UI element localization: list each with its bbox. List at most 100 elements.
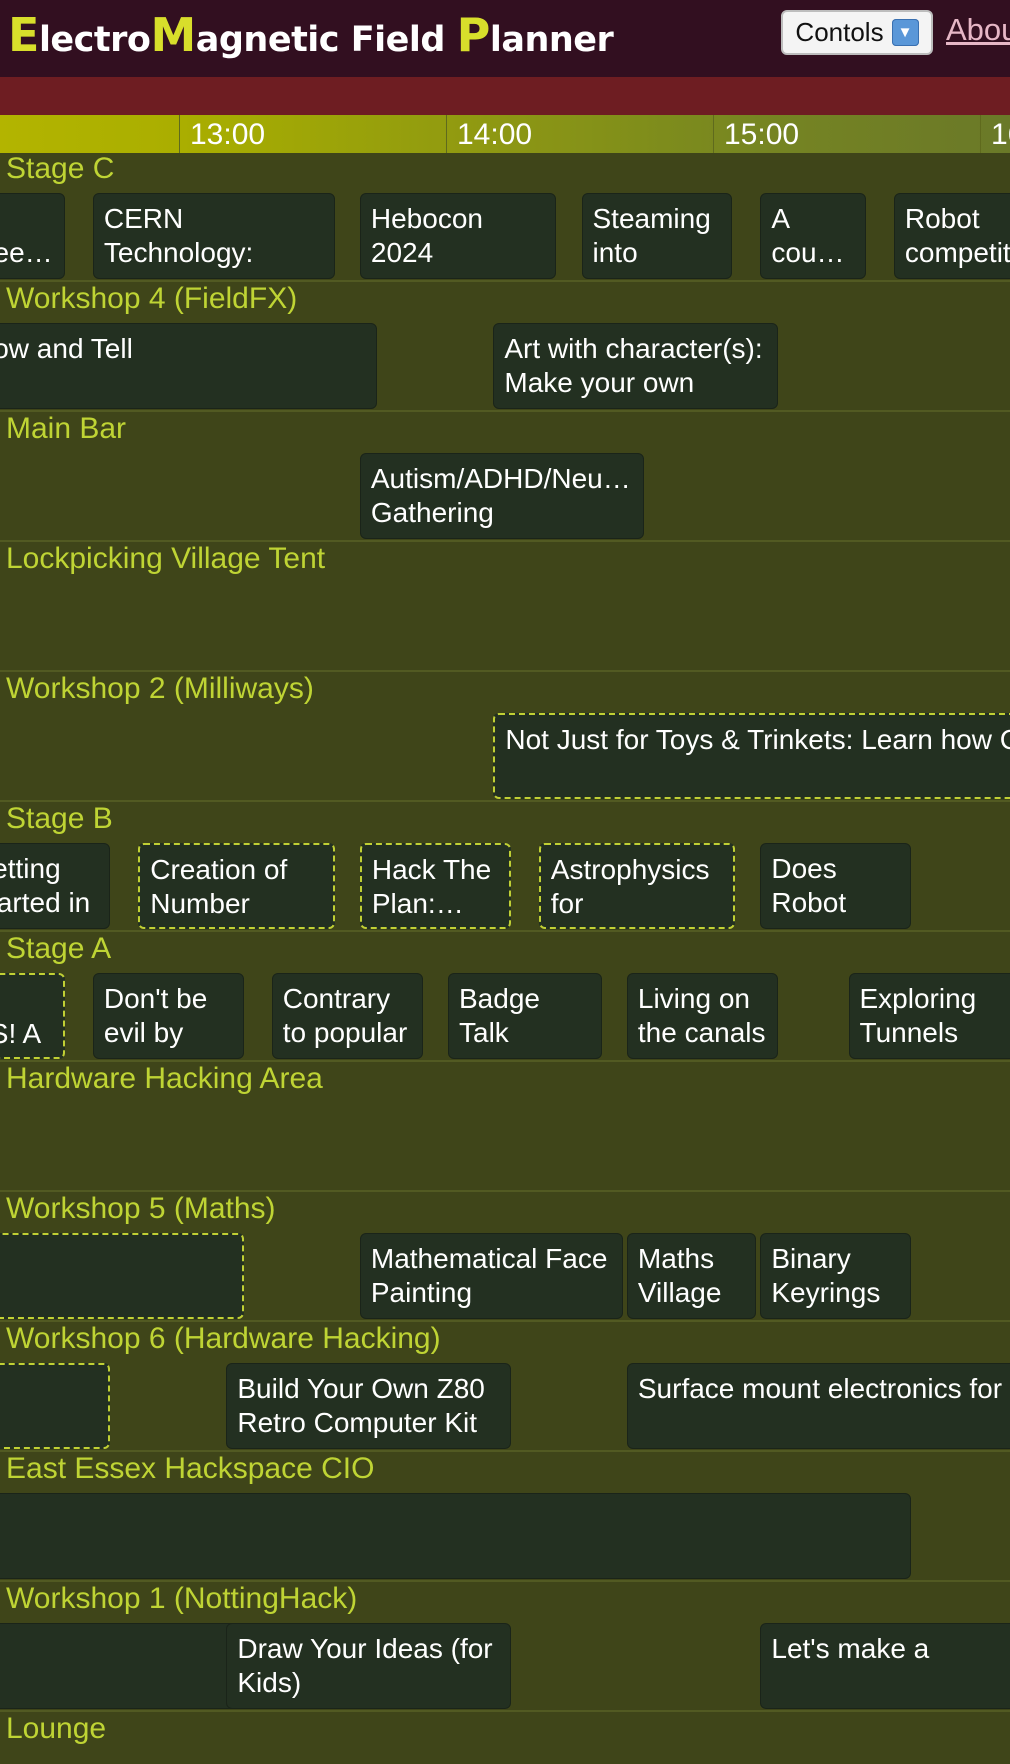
- event-card[interactable]: Weaving: [0, 1623, 244, 1709]
- row-divider: [0, 1710, 1010, 1712]
- event-title: Maths Village: [637, 1243, 722, 1308]
- app-title-part-lanner: lanner: [489, 20, 614, 60]
- app-title-initial-p: P: [456, 8, 491, 62]
- venue-name: East Essex Hackspace CIO: [6, 1452, 375, 1485]
- event-title: Badge Talk: [459, 983, 540, 1048]
- event-title: Autism/ADHD/Neu… Gathering: [370, 463, 631, 528]
- time-axis: 12:0013:0014:0015:0016:00: [0, 115, 1010, 153]
- time-tick: 12:00: [0, 115, 179, 153]
- event-title: Jam Show and Tell: [0, 333, 133, 364]
- event-card[interactable]: Draw Your Ideas (for Kids): [226, 1623, 511, 1709]
- event-card[interactable]: Surface mount electronics for terrified …: [626, 1363, 1010, 1449]
- app-title-initial-m: M: [150, 8, 196, 62]
- event-card[interactable]: Build a Robot!: [0, 1233, 244, 1319]
- time-tick: 13:00: [179, 115, 446, 153]
- row-divider: [0, 930, 1010, 932]
- time-tick: 14:00: [446, 115, 713, 153]
- event-card[interactable]: Living on the canals: [626, 973, 778, 1059]
- event-card[interactable]: BIG PIPES! A: [0, 973, 65, 1059]
- event-title: Soldering: [0, 1373, 98, 1407]
- app-header: ElectroMagnetic Field Planner Contols ▼ …: [0, 0, 1010, 77]
- event-title: Don't be evil by: [103, 983, 208, 1048]
- event-title: Getting Started in: [0, 853, 91, 918]
- event-card[interactable]: Hebocon 2024: [359, 193, 557, 279]
- event-card[interactable]: Creation of Number: [138, 843, 335, 929]
- row-divider: [0, 1450, 1010, 1452]
- event-card[interactable]: Astrophysics for: [538, 843, 736, 929]
- event-card[interactable]: Let's make a: [760, 1623, 1010, 1709]
- row-divider: [0, 1580, 1010, 1582]
- event-card[interactable]: [0, 1493, 912, 1579]
- event-title: Binary Keyrings: [771, 1243, 881, 1308]
- event-title: Exploring Tunnels: [859, 983, 977, 1048]
- event-title: Not Just for Toys & Trinkets: Learn how …: [505, 724, 1010, 755]
- event-title: Contrary to popular: [282, 983, 408, 1048]
- time-tick: 16:00: [980, 115, 1010, 153]
- controls-button-label: Contols: [795, 17, 884, 47]
- event-card[interactable]: Binary Keyrings: [760, 1233, 912, 1319]
- event-card[interactable]: Art with character(s): Make your own: [493, 323, 778, 409]
- event-title: CERN Technology:: [103, 203, 254, 268]
- event-card[interactable]: Don't be evil by: [92, 973, 244, 1059]
- event-title: A cou…: [771, 203, 845, 268]
- row-divider: [0, 1060, 1010, 1062]
- row-divider: [0, 280, 1010, 282]
- event-card[interactable]: Soldering: [0, 1363, 111, 1449]
- event-title: Build Your Own Z80 Retro Computer Kit: [237, 1373, 485, 1438]
- venue-name: Stage C: [6, 153, 115, 185]
- event-title: Surface mount electronics for terrified …: [637, 1373, 1010, 1404]
- venue-name: Lockpicking Village Tent: [6, 542, 326, 575]
- event-card[interactable]: Steaming into: [581, 193, 733, 279]
- event-title: Hebocon 2024: [370, 203, 483, 268]
- event-card[interactable]: CERN Technology:: [92, 193, 335, 279]
- venue-name: Workshop 2 (Milliways): [6, 672, 314, 705]
- event-card[interactable]: An engineer’s: [0, 193, 65, 279]
- venue-name: Main Bar: [6, 412, 127, 445]
- app-title-part-agnetic-field: agnetic Field: [195, 20, 457, 60]
- event-card[interactable]: Getting Started in: [0, 843, 111, 929]
- event-title: Astrophysics for: [550, 854, 710, 919]
- row-divider: [0, 1190, 1010, 1192]
- event-title: Weaving: [0, 1632, 233, 1666]
- controls-dropdown-button[interactable]: Contols ▼: [781, 10, 933, 55]
- header-divider-bar: [0, 77, 1010, 115]
- schedule-grid: Stage C An engineer’s CERN Technology: Hebo…: [0, 153, 1010, 1764]
- event-title: Mathematical Face Painting: [370, 1243, 608, 1308]
- row-divider: [0, 670, 1010, 672]
- event-card[interactable]: Hack The Plan: How: [359, 843, 511, 929]
- app-title: ElectroMagnetic Field Planner: [8, 12, 614, 60]
- app-title-initial-e: E: [8, 8, 39, 62]
- event-title: An engineer’s: [0, 237, 54, 268]
- event-title: Build a Robot!: [0, 1243, 232, 1277]
- row-divider: [0, 540, 1010, 542]
- event-card[interactable]: Badge Talk: [448, 973, 602, 1059]
- event-title: Robot competition: [904, 203, 1010, 268]
- event-card[interactable]: Mathematical Face Painting: [359, 1233, 623, 1319]
- event-card[interactable]: Not Just for Toys & Trinkets: Learn how …: [493, 713, 1010, 799]
- row-divider: [0, 800, 1010, 802]
- event-title: Let's make a: [771, 1633, 930, 1664]
- venue-name: Workshop 1 (NottingHack): [6, 1582, 358, 1615]
- event-title: Hack The Plan: How: [371, 854, 492, 919]
- row-divider: [0, 1320, 1010, 1322]
- event-card[interactable]: Autism/ADHD/Neu… Gathering: [359, 453, 645, 539]
- event-card[interactable]: Jam Show and Tell: [0, 323, 378, 409]
- event-title: Living on the canals: [637, 983, 766, 1048]
- venue-name: Stage B: [6, 802, 113, 835]
- event-title: Creation of Number: [150, 854, 288, 919]
- event-card[interactable]: Build Your Own Z80 Retro Computer Kit: [226, 1363, 511, 1449]
- venue-name: Lounge: [6, 1712, 107, 1745]
- event-card[interactable]: A cou…: [760, 193, 866, 279]
- row-divider: [0, 410, 1010, 412]
- venue-name: Workshop 5 (Maths): [6, 1192, 276, 1225]
- event-card[interactable]: Exploring Tunnels: [848, 973, 1010, 1059]
- time-tick: 15:00: [713, 115, 980, 153]
- event-card[interactable]: Contrary to popular: [271, 973, 423, 1059]
- venue-name: Workshop 6 (Hardware Hacking): [6, 1322, 441, 1355]
- app-title-part-lectro: lectro: [38, 20, 151, 60]
- about-link[interactable]: About: [946, 12, 1010, 48]
- dropdown-arrow-icon: ▼: [891, 19, 919, 46]
- event-card[interactable]: Maths Village: [626, 1233, 757, 1319]
- event-card[interactable]: Robot competition: [893, 193, 1010, 279]
- event-card[interactable]: Does Robot: [760, 843, 912, 929]
